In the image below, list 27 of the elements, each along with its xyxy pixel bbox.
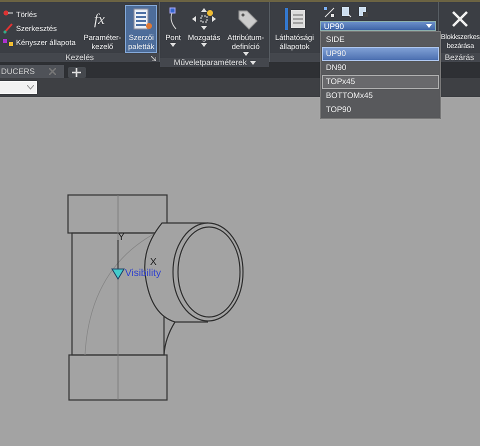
panel-title[interactable]: Műveletparaméterek	[174, 58, 247, 67]
dropdown-option[interactable]: TOPx45	[322, 75, 439, 89]
new-tab-button[interactable]	[68, 67, 86, 78]
axis-label: Y	[118, 232, 125, 243]
constraint-icon	[2, 36, 14, 48]
point-icon	[168, 7, 178, 31]
make-visible-icon	[340, 7, 352, 18]
function-icon: fx	[92, 7, 112, 31]
axis-label: X	[150, 257, 157, 268]
file-tab[interactable]: DUCERS	[0, 65, 64, 78]
close-icon	[48, 68, 56, 75]
move-arrows-icon	[191, 7, 218, 31]
plus-icon	[72, 68, 82, 77]
visibility-dropdown[interactable]: UP90	[320, 21, 436, 31]
panel-title: Kezelés	[65, 53, 94, 62]
parameter-grip-icon[interactable]	[111, 268, 125, 280]
caret-icon	[27, 85, 34, 90]
make-invisible-icon	[358, 7, 369, 18]
pencil-icon	[2, 22, 14, 34]
dropdown-option[interactable]: BOTTOMx45	[322, 89, 439, 103]
dropdown-option[interactable]: DN90	[322, 61, 439, 75]
caret-icon	[426, 24, 432, 28]
panel-title: Bezárás	[444, 53, 474, 62]
dropdown-option[interactable]: SIDE	[322, 33, 439, 47]
visibility-toggle-icon	[324, 7, 335, 18]
dropdown-option[interactable]: TOP90	[322, 103, 439, 117]
combo-field[interactable]	[0, 81, 37, 94]
